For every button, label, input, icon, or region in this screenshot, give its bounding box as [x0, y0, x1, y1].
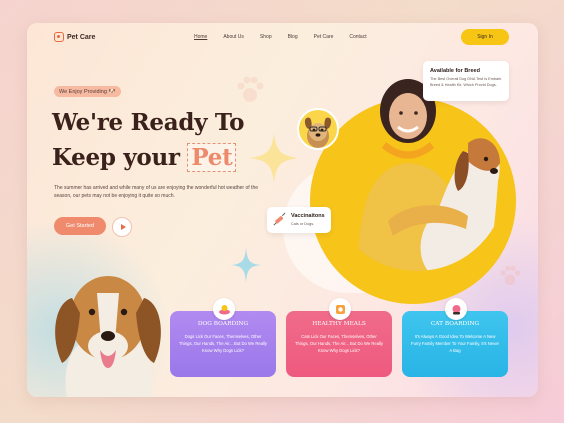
- vaccination-text: Cats or Dogs.: [291, 222, 315, 226]
- syringe-icon: [273, 212, 286, 226]
- get-started-button[interactable]: Get Started: [54, 217, 106, 235]
- hero-title-line2: Keep your Pet: [52, 143, 237, 172]
- dog-bed-icon: [213, 298, 235, 320]
- breed-badge-text: The Best Overall Dog DNA Test Is Embark …: [430, 77, 502, 87]
- paw-logo-icon: [54, 32, 64, 42]
- landing-card: Pet Care Home About Us Shop Blog Pet Car…: [27, 23, 538, 397]
- breed-badge-title: Available for Breed: [430, 68, 480, 74]
- paw-decor-icon: [500, 265, 521, 286]
- vaccination-badge: Vaccinaitons Cats or Dogs.: [267, 207, 331, 233]
- cat-bowl-icon: [445, 298, 467, 320]
- vaccination-title: Vaccinaitons: [291, 213, 325, 219]
- service-text: It's Always A Good Idea To Welcome A New…: [411, 334, 499, 353]
- sparkle-icon: [249, 133, 299, 183]
- woman-with-dog-photo: [358, 79, 500, 271]
- brand-logo[interactable]: Pet Care: [54, 32, 95, 42]
- cat-boarding-card[interactable]: CAT BOARDING It's Always A Good Idea To …: [402, 298, 508, 377]
- service-title: CAT BOARDING: [430, 321, 480, 327]
- breed-badge: Available for Breed The Best Overall Dog…: [423, 61, 509, 101]
- hero-title-line1: We're Ready To: [52, 109, 245, 136]
- service-title: HEALTHY MEALS: [312, 321, 366, 327]
- hero-title-highlight: Pet: [187, 143, 237, 172]
- nav-blog[interactable]: Blog: [288, 34, 298, 40]
- nav-contact[interactable]: Contact: [349, 34, 366, 40]
- brand-name: Pet Care: [67, 33, 96, 41]
- hero-description: The summer has arrived and while many of…: [54, 185, 258, 199]
- service-title: DOG BOARDING: [197, 321, 249, 327]
- pet-food-icon: [329, 298, 351, 320]
- hero-title-prefix: Keep your: [52, 144, 180, 171]
- dog-emoji-icon: 🐶: [108, 88, 116, 95]
- main-nav: Home About Us Shop Blog Pet Care Contact: [194, 34, 367, 40]
- service-text: Dogs Lick Our Faces, Themselves, Other T…: [178, 334, 268, 353]
- nav-pet-care[interactable]: Pet Care: [314, 34, 334, 40]
- paw-decor-icon: [237, 76, 264, 102]
- nav-home[interactable]: Home: [194, 34, 207, 40]
- dog-thumbnail: [297, 108, 339, 150]
- nav-about[interactable]: About Us: [223, 34, 244, 40]
- healthy-meals-card[interactable]: HEALTHY MEALS Cats Lick Our Faces, Thems…: [286, 298, 392, 377]
- pill-label: We Enjoy Providing: [59, 88, 107, 95]
- beagle-photo: [55, 276, 161, 397]
- service-text: Cats Lick Our Faces, Themselves, Other T…: [294, 334, 384, 353]
- play-video-button[interactable]: [112, 217, 132, 237]
- sign-in-button[interactable]: Sign In: [461, 29, 509, 45]
- dog-boarding-card[interactable]: DOG BOARDING Dogs Lick Our Faces, Themse…: [170, 298, 276, 377]
- enjoy-pill: We Enjoy Providing 🐶: [54, 86, 121, 97]
- nav-shop[interactable]: Shop: [260, 34, 272, 40]
- sparkle-icon: [231, 247, 261, 283]
